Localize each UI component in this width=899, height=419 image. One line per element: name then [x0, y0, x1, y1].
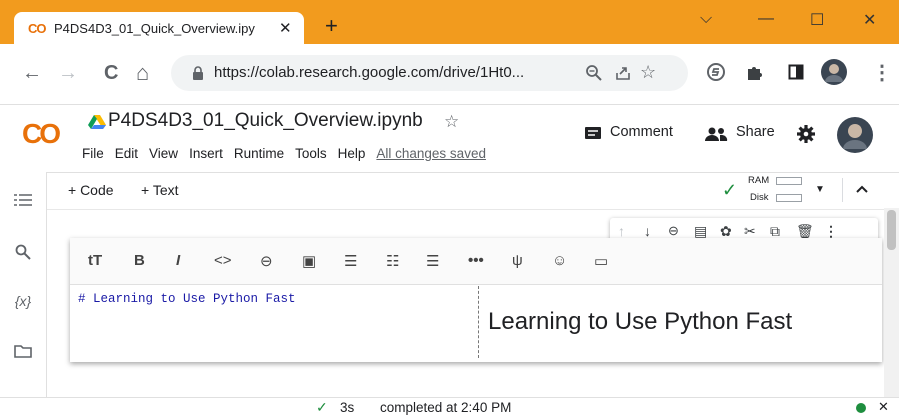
lock-icon [193, 66, 203, 80]
extension-s-icon[interactable] [706, 62, 726, 82]
search-icon[interactable] [15, 244, 31, 260]
side-panel-icon[interactable] [788, 64, 804, 80]
status-check-icon: ✓ [316, 399, 328, 415]
add-code-button[interactable]: + Code [68, 182, 114, 198]
menu-help[interactable]: Help [338, 146, 366, 161]
add-text-button[interactable]: + Text [141, 182, 179, 198]
markdown-source[interactable]: # Learning to Use Python Fast [78, 292, 296, 306]
reload-button[interactable]: C [104, 62, 118, 85]
menu-tools[interactable]: Tools [295, 146, 327, 161]
star-notebook-icon[interactable]: ☆ [444, 112, 459, 132]
link-icon[interactable]: ⊖ [260, 252, 273, 270]
close-status-icon[interactable]: ✕ [878, 399, 889, 415]
completed-time[interactable]: completed at 2:40 PM [380, 400, 511, 415]
settings-gear-icon[interactable] [796, 124, 816, 144]
runtime-status-dot [856, 403, 866, 413]
latex-psi-icon[interactable]: ψ [512, 252, 523, 269]
colab-profile-avatar[interactable] [836, 116, 874, 154]
menu-edit[interactable]: Edit [115, 146, 138, 161]
runtime-dropdown-icon[interactable]: ▼ [815, 184, 825, 195]
text-cell[interactable]: tT B I <> ⊖ ▣ ☰ ☷ ☰ ••• ψ ☺ ▭ # Learning… [70, 238, 882, 362]
back-button[interactable]: ← [22, 62, 42, 85]
bold-icon[interactable]: B [134, 252, 145, 269]
ram-label: RAM [748, 175, 770, 186]
tab-close-icon[interactable]: ✕ [279, 19, 292, 37]
preview-mode-icon[interactable]: ▭ [594, 252, 608, 270]
text-format-toolbar: tT B I <> ⊖ ▣ ☰ ☷ ☰ ••• ψ ☺ ▭ [70, 238, 882, 285]
colab-logo[interactable]: CO [22, 118, 61, 150]
menu-runtime[interactable]: Runtime [234, 146, 284, 161]
zoom-icon[interactable] [585, 64, 603, 82]
google-drive-icon [88, 115, 106, 129]
move-cell-down-icon[interactable]: ↓ [644, 223, 651, 239]
home-button[interactable]: ⌂ [136, 60, 149, 86]
minimize-button[interactable]: — [758, 10, 774, 28]
bulleted-list-icon[interactable]: ☰ [426, 252, 439, 270]
ram-usage-bar[interactable] [776, 177, 802, 185]
people-icon [705, 127, 728, 141]
variables-icon[interactable]: {x} [8, 293, 38, 309]
colab-favicon-icon: CO [28, 21, 46, 36]
tab-search-chevron-icon[interactable]: ⌵ [700, 10, 712, 28]
share-label: Share [736, 124, 775, 140]
menu-insert[interactable]: Insert [189, 146, 223, 161]
disk-usage-bar[interactable] [776, 194, 802, 202]
extensions-puzzle-icon[interactable] [746, 63, 764, 81]
indent-icon[interactable]: ☰ [344, 252, 357, 270]
menu-bar: File Edit View Insert Runtime Tools Help All ch… [82, 146, 497, 161]
connected-check-icon: ✓ [722, 180, 738, 200]
close-window-button[interactable]: ✕ [863, 10, 876, 30]
new-tab-button[interactable]: + [325, 15, 338, 37]
profile-avatar[interactable] [820, 58, 848, 86]
comment-label: Comment [610, 124, 673, 140]
rendered-heading: Learning to Use Python Fast [488, 308, 793, 335]
numbered-list-icon[interactable]: ☷ [386, 252, 399, 270]
italic-icon[interactable]: I [176, 252, 180, 269]
scrollbar-thumb[interactable] [887, 210, 896, 250]
comment-icon [585, 127, 601, 139]
bookmark-star-icon[interactable]: ☆ [640, 62, 656, 83]
forward-button[interactable]: → [58, 62, 78, 85]
toolbar-divider [842, 178, 843, 202]
save-status-link[interactable]: All changes saved [376, 146, 486, 161]
menu-view[interactable]: View [149, 146, 178, 161]
browser-menu-icon[interactable]: ⋮ [872, 60, 892, 85]
heading-icon[interactable]: tT [88, 252, 102, 269]
files-folder-icon[interactable] [14, 344, 32, 358]
code-icon[interactable]: <> [214, 252, 232, 269]
tab-title: P4DS4D3_01_Quick_Overview.ipy [54, 21, 255, 36]
link-to-cell-icon[interactable]: ⊖ [668, 223, 679, 239]
maximize-button[interactable]: ☐ [810, 10, 824, 30]
disk-label: Disk [750, 192, 769, 203]
url-text[interactable]: https://colab.research.google.com/drive/… [214, 64, 524, 81]
editor-preview-divider [478, 286, 479, 358]
colab-logo-text: CO [22, 118, 61, 149]
browser-tab[interactable]: CO P4DS4D3_01_Quick_Overview.ipy ✕ [14, 12, 304, 44]
share-page-icon[interactable] [614, 64, 632, 82]
execution-duration: 3s [340, 400, 355, 415]
menu-file[interactable]: File [82, 146, 104, 161]
image-icon[interactable]: ▣ [302, 252, 316, 270]
horizontal-rule-icon[interactable]: ••• [468, 252, 484, 269]
collapse-chevron-icon[interactable] [856, 185, 868, 193]
move-cell-up-icon[interactable]: ↑ [618, 223, 625, 239]
notebook-title[interactable]: P4DS4D3_01_Quick_Overview.ipynb [108, 110, 423, 132]
table-of-contents-icon[interactable] [14, 193, 32, 207]
emoji-icon[interactable]: ☺ [552, 252, 567, 269]
